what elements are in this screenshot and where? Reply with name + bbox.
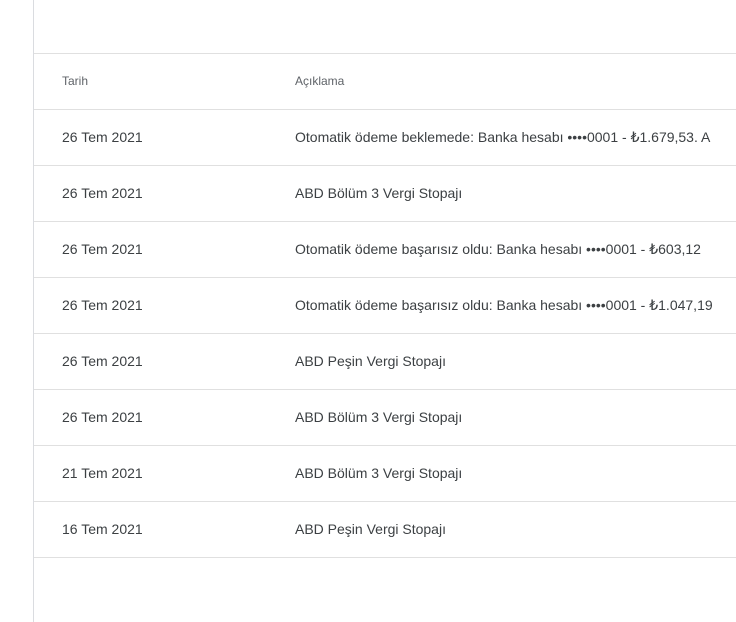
table-row[interactable]: 26 Tem 2021 Otomatik ödeme beklemede: Ba… bbox=[34, 110, 736, 166]
table-header-row: Tarih Açıklama bbox=[34, 54, 736, 110]
row-description: Otomatik ödeme başarısız oldu: Banka hes… bbox=[295, 297, 713, 313]
row-date: 26 Tem 2021 bbox=[62, 185, 143, 201]
row-date: 26 Tem 2021 bbox=[62, 409, 143, 425]
transactions-table: Tarih Açıklama 26 Tem 2021 Otomatik ödem… bbox=[34, 53, 736, 558]
row-date: 26 Tem 2021 bbox=[62, 353, 143, 369]
table-row[interactable]: 26 Tem 2021 ABD Peşin Vergi Stopajı bbox=[34, 334, 736, 390]
table-row[interactable]: 26 Tem 2021 Otomatik ödeme başarısız old… bbox=[34, 222, 736, 278]
row-description: ABD Bölüm 3 Vergi Stopajı bbox=[295, 185, 463, 201]
table-row[interactable]: 21 Tem 2021 ABD Bölüm 3 Vergi Stopajı bbox=[34, 446, 736, 502]
row-description: ABD Bölüm 3 Vergi Stopajı bbox=[295, 465, 463, 481]
row-date: 26 Tem 2021 bbox=[62, 129, 143, 145]
table-row[interactable]: 16 Tem 2021 ABD Peşin Vergi Stopajı bbox=[34, 502, 736, 558]
table-row[interactable]: 26 Tem 2021 ABD Bölüm 3 Vergi Stopajı bbox=[34, 166, 736, 222]
row-date: 26 Tem 2021 bbox=[62, 297, 143, 313]
row-date: 16 Tem 2021 bbox=[62, 521, 143, 537]
row-description: Otomatik ödeme beklemede: Banka hesabı •… bbox=[295, 129, 711, 145]
column-header-description: Açıklama bbox=[295, 74, 345, 88]
transactions-page: Tarih Açıklama 26 Tem 2021 Otomatik ödem… bbox=[0, 0, 736, 622]
row-description: ABD Peşin Vergi Stopajı bbox=[295, 353, 446, 369]
row-date: 26 Tem 2021 bbox=[62, 241, 143, 257]
row-date: 21 Tem 2021 bbox=[62, 465, 143, 481]
table-row[interactable]: 26 Tem 2021 ABD Bölüm 3 Vergi Stopajı bbox=[34, 390, 736, 446]
column-header-date: Tarih bbox=[62, 74, 89, 88]
row-description: ABD Bölüm 3 Vergi Stopajı bbox=[295, 409, 463, 425]
row-description: Otomatik ödeme başarısız oldu: Banka hes… bbox=[295, 241, 701, 257]
row-description: ABD Peşin Vergi Stopajı bbox=[295, 521, 446, 537]
table-row[interactable]: 26 Tem 2021 Otomatik ödeme başarısız old… bbox=[34, 278, 736, 334]
